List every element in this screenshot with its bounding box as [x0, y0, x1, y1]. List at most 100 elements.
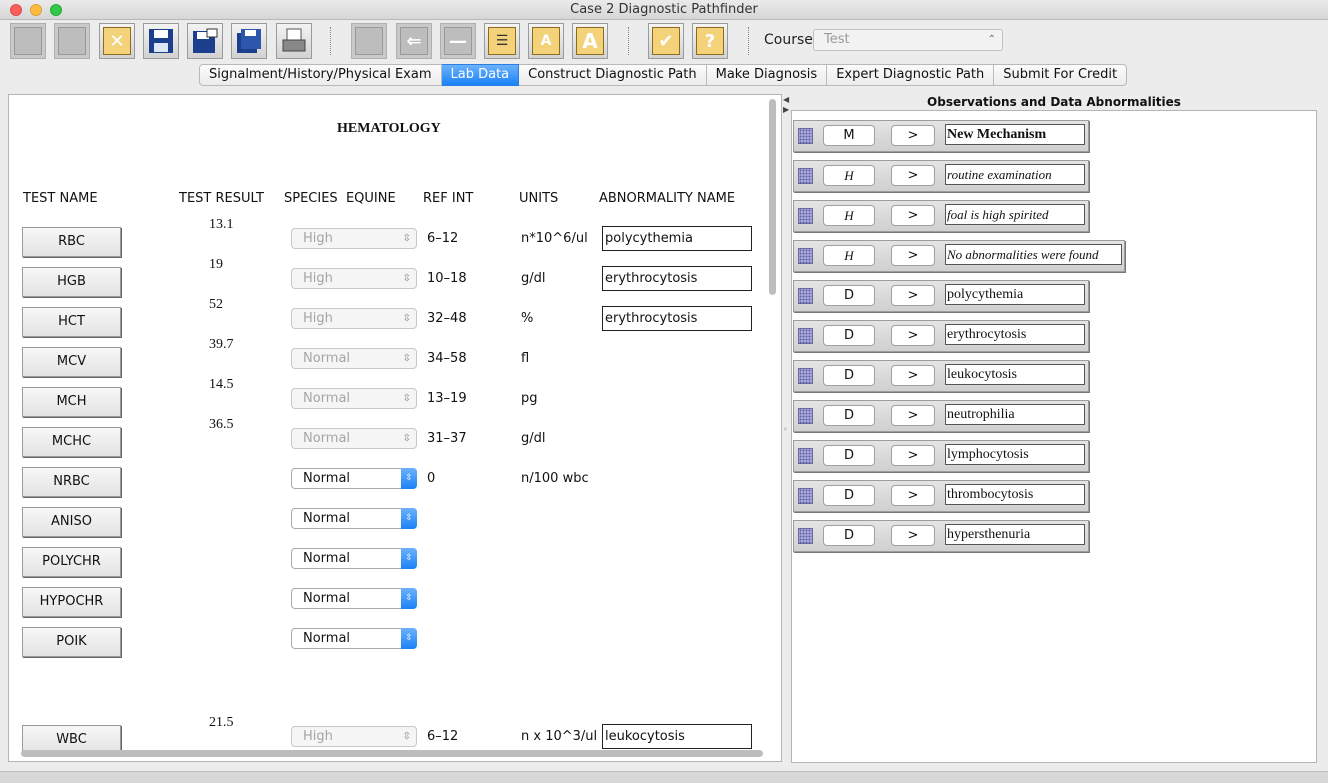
observation-text-field[interactable]: erythrocytosis	[945, 324, 1085, 345]
observation-code-button[interactable]: H	[823, 165, 875, 186]
observation-go-button[interactable]: >	[891, 525, 935, 546]
minimize-window-button[interactable]	[30, 4, 42, 16]
save-button[interactable]	[143, 23, 179, 59]
observation-text-field[interactable]: thrombocytosis	[945, 484, 1085, 505]
observation-text-field[interactable]: routine examination	[945, 164, 1085, 185]
observation-code-button[interactable]: D	[823, 285, 875, 306]
observation-text-field[interactable]: lymphocytosis	[945, 444, 1085, 465]
observation-code-button[interactable]: D	[823, 405, 875, 426]
drag-handle-icon[interactable]	[798, 208, 813, 224]
drag-handle-icon[interactable]	[798, 248, 813, 264]
abnormality-field[interactable]: erythrocytosis	[602, 306, 752, 331]
drag-handle-icon[interactable]	[798, 368, 813, 384]
test-button-hgb[interactable]: HGB	[22, 267, 121, 297]
split-handle-icon[interactable]: ◦	[783, 425, 788, 434]
collapse-left-arrow-icon[interactable]: ◀	[783, 95, 789, 104]
check-button[interactable]: ✔	[648, 23, 684, 59]
drag-handle-icon[interactable]	[798, 288, 813, 304]
drag-handle-icon[interactable]	[798, 168, 813, 184]
status-select[interactable]: Normal ⇳	[291, 588, 417, 609]
test-button-polychr[interactable]: POLYCHR	[22, 547, 121, 577]
open-doc-icon	[58, 27, 86, 55]
font-larger-button[interactable]: A	[572, 23, 608, 59]
observation-code-button[interactable]: H	[823, 245, 875, 266]
observation-text-field[interactable]: neutrophilia	[945, 404, 1085, 425]
horizontal-scrollbar[interactable]	[21, 750, 763, 757]
save-all-button[interactable]	[231, 23, 267, 59]
observation-code-button[interactable]: D	[823, 445, 875, 466]
course-select[interactable]: Test ⌃	[813, 29, 1003, 51]
tab-make-diagnosis[interactable]: Make Diagnosis	[706, 64, 828, 86]
list-button[interactable]: ☰	[484, 23, 520, 59]
observation-code-button[interactable]: D	[823, 325, 875, 346]
tab-lab-data[interactable]: Lab Data	[441, 64, 520, 86]
updown-chevron-icon: ⇳	[401, 508, 417, 529]
observation-text-field[interactable]: No abnormalities were found	[945, 244, 1122, 265]
observation-text-field[interactable]: foal is high spirited	[945, 204, 1085, 225]
status-select[interactable]: Normal ⇳	[291, 548, 417, 569]
observation-text-field[interactable]: New Mechanism	[945, 124, 1085, 145]
drag-handle-icon[interactable]	[798, 528, 813, 544]
minus-icon: —	[444, 27, 472, 55]
observation-go-button[interactable]: >	[891, 245, 935, 266]
drag-handle-icon[interactable]	[798, 448, 813, 464]
expand-right-arrow-icon[interactable]: ▶	[783, 105, 789, 114]
observation-text-field[interactable]: leukocytosis	[945, 364, 1085, 385]
observation-text-field[interactable]: polycythemia	[945, 284, 1085, 305]
abnormality-field[interactable]: leukocytosis	[602, 724, 752, 749]
vertical-scrollbar[interactable]	[769, 99, 776, 295]
observation-code-button[interactable]: D	[823, 525, 875, 546]
abnormality-field[interactable]: polycythemia	[602, 226, 752, 251]
drag-handle-icon[interactable]	[798, 488, 813, 504]
observation-go-button[interactable]: >	[891, 165, 935, 186]
observation-go-button[interactable]: >	[891, 485, 935, 506]
status-select[interactable]: Normal ⇳	[291, 468, 417, 489]
test-button-hypochr[interactable]: HYPOCHR	[22, 587, 121, 617]
test-button-mcv[interactable]: MCV	[22, 347, 121, 377]
test-button-mch[interactable]: MCH	[22, 387, 121, 417]
status-select[interactable]: Normal ⇳	[291, 628, 417, 649]
tab-construct-diagnostic-path[interactable]: Construct Diagnostic Path	[519, 64, 707, 86]
observation-code-button[interactable]: D	[823, 485, 875, 506]
observation-go-button[interactable]: >	[891, 205, 935, 226]
font-smaller-button[interactable]: A	[528, 23, 564, 59]
status-select[interactable]: Normal ⇳	[291, 508, 417, 529]
tab-submit-for-credit[interactable]: Submit For Credit	[994, 64, 1128, 86]
test-button-mchc[interactable]: MCHC	[22, 427, 121, 457]
test-button-nrbc[interactable]: NRBC	[22, 467, 121, 497]
observation-go-button[interactable]: >	[891, 445, 935, 466]
observation-go-button[interactable]: >	[891, 285, 935, 306]
zoom-window-button[interactable]	[50, 4, 62, 16]
drag-handle-icon[interactable]	[798, 328, 813, 344]
tab-signalment-history-physical-exam[interactable]: Signalment/History/Physical Exam	[199, 64, 442, 86]
open-case-button[interactable]	[54, 23, 90, 59]
tab-expert-diagnostic-path[interactable]: Expert Diagnostic Path	[827, 64, 995, 86]
close-window-button[interactable]	[10, 4, 22, 16]
units: g/dl	[521, 271, 546, 286]
new-case-button[interactable]	[10, 23, 46, 59]
toolbar: ✕ ⇐ — ☰ A A ✔ ? Course Test ⌃	[0, 21, 1328, 61]
remove-button[interactable]: —	[440, 23, 476, 59]
help-button[interactable]: ?	[692, 23, 728, 59]
abnormality-field[interactable]: erythrocytosis	[602, 266, 752, 291]
test-button-rbc[interactable]: RBC	[22, 227, 121, 257]
test-button-aniso[interactable]: ANISO	[22, 507, 121, 537]
observation-code-button[interactable]: D	[823, 365, 875, 386]
save-as-button[interactable]	[187, 23, 223, 59]
drag-handle-icon[interactable]	[798, 128, 813, 144]
observation-go-button[interactable]: >	[891, 365, 935, 386]
observation-text-field[interactable]: hypersthenuria	[945, 524, 1085, 545]
back-button[interactable]: ⇐	[396, 23, 432, 59]
observation-go-button[interactable]: >	[891, 125, 935, 146]
test-button-hct[interactable]: HCT	[22, 307, 121, 337]
font-small-icon: A	[532, 27, 560, 55]
observation-go-button[interactable]: >	[891, 405, 935, 426]
observation-code-button[interactable]: H	[823, 205, 875, 226]
drag-handle-icon[interactable]	[798, 408, 813, 424]
print-button[interactable]	[276, 23, 312, 59]
delete-button[interactable]	[351, 23, 387, 59]
test-button-poik[interactable]: POIK	[22, 627, 121, 657]
observation-go-button[interactable]: >	[891, 325, 935, 346]
observation-code-button[interactable]: M	[823, 125, 875, 146]
close-case-button[interactable]: ✕	[99, 23, 135, 59]
